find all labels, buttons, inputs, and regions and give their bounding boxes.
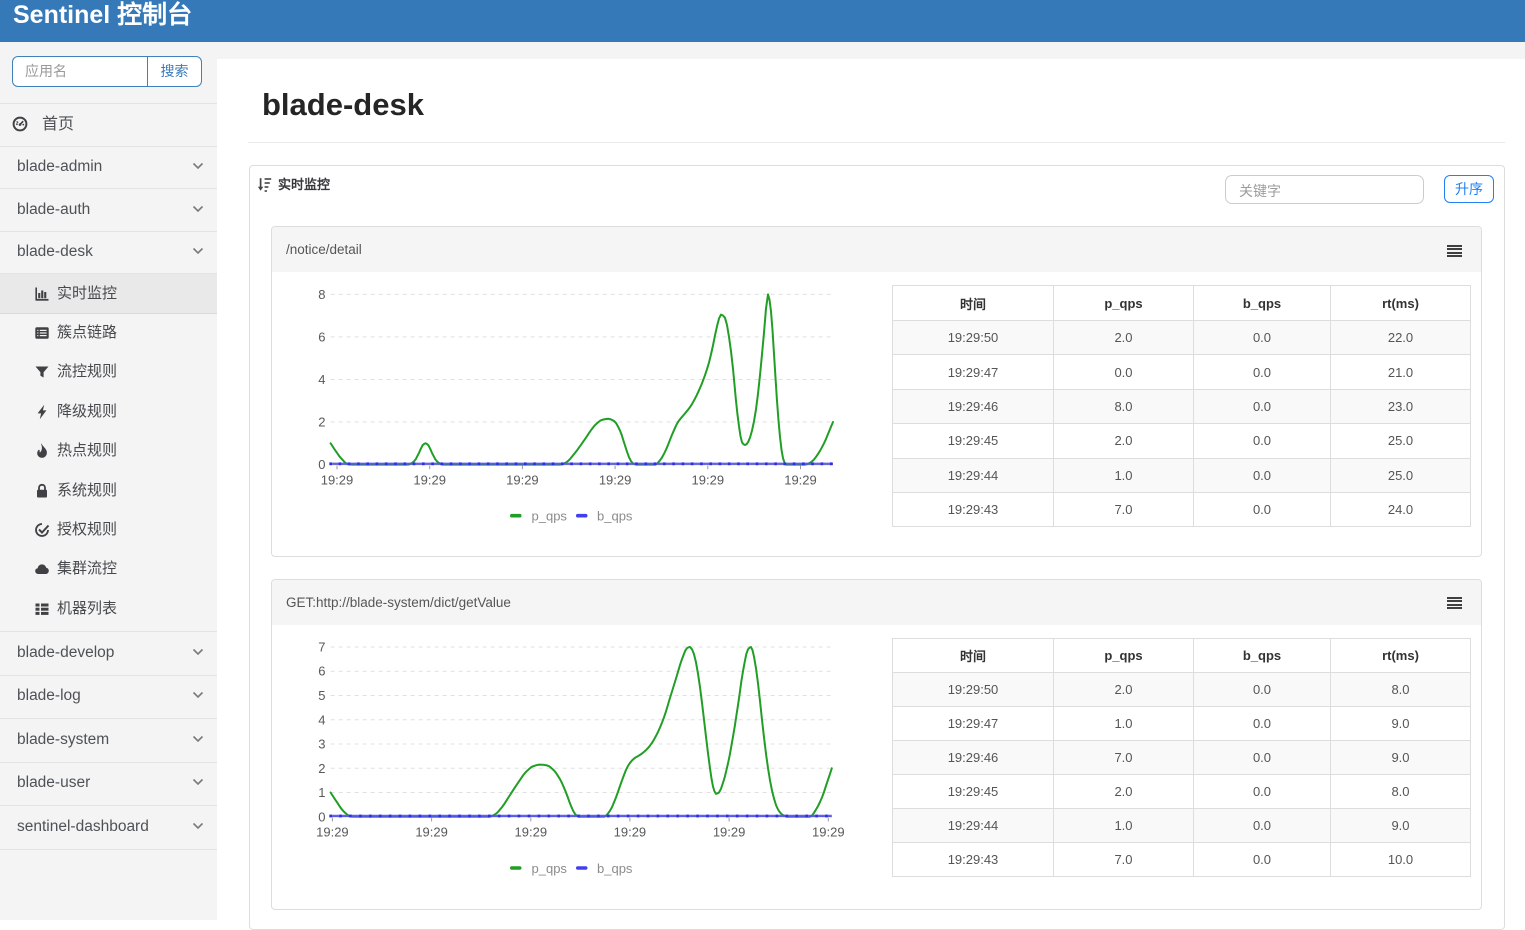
svg-text:19:29: 19:29	[415, 825, 448, 840]
svg-text:0: 0	[318, 809, 325, 824]
svg-text:b_qps: b_qps	[597, 861, 633, 876]
svg-text:p_qps: p_qps	[532, 861, 568, 876]
svg-text:19:29: 19:29	[713, 825, 746, 840]
svg-text:p_qps: p_qps	[532, 509, 568, 524]
svg-text:19:29: 19:29	[599, 473, 632, 488]
svg-text:2: 2	[318, 761, 325, 776]
svg-text:19:29: 19:29	[321, 473, 354, 488]
svg-text:7: 7	[318, 640, 325, 655]
svg-text:6: 6	[318, 329, 325, 344]
svg-text:b_qps: b_qps	[597, 509, 633, 524]
svg-text:19:29: 19:29	[316, 825, 349, 840]
svg-text:5: 5	[318, 688, 325, 703]
svg-text:4: 4	[318, 372, 325, 387]
svg-text:19:29: 19:29	[515, 825, 548, 840]
svg-text:19:29: 19:29	[812, 825, 845, 840]
svg-text:2: 2	[318, 415, 325, 430]
svg-text:19:29: 19:29	[784, 473, 817, 488]
svg-text:0: 0	[318, 457, 325, 472]
svg-text:3: 3	[318, 737, 325, 752]
svg-text:19:29: 19:29	[614, 825, 647, 840]
svg-text:19:29: 19:29	[692, 473, 725, 488]
svg-text:19:29: 19:29	[413, 473, 446, 488]
svg-text:6: 6	[318, 664, 325, 679]
svg-text:1: 1	[318, 785, 325, 800]
svg-text:4: 4	[318, 712, 325, 727]
svg-text:19:29: 19:29	[506, 473, 539, 488]
svg-text:8: 8	[318, 287, 325, 302]
